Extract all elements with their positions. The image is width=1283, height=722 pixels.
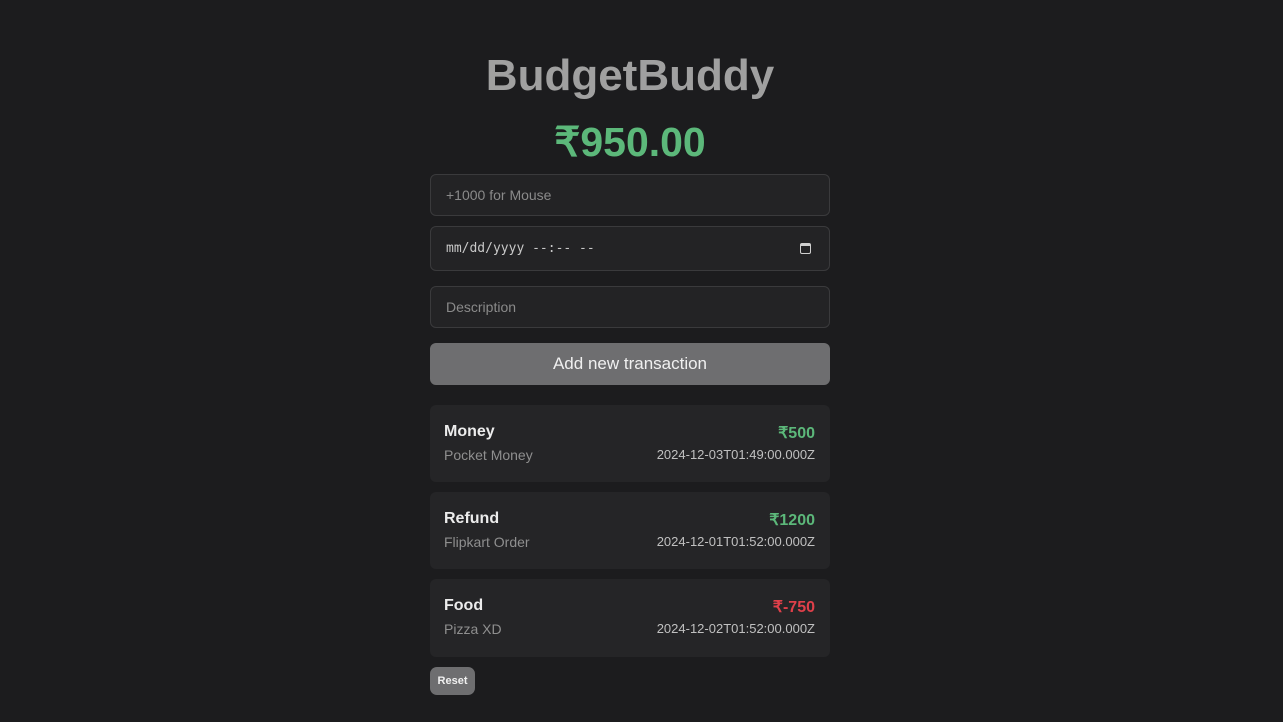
datetime-input[interactable]: mm/dd/yyyy --:-- -- — [430, 226, 830, 271]
transaction-amount: ₹1200 — [769, 512, 815, 529]
reset-button[interactable]: Reset — [430, 667, 475, 695]
description-placeholder: Description — [446, 299, 517, 315]
transaction-name: Food — [444, 597, 484, 614]
balance-total: ₹950.00 — [554, 119, 706, 165]
transaction-description: Pocket Money — [444, 447, 533, 463]
transaction-name: Money — [444, 423, 495, 440]
transaction-item: Refund Flipkart Order ₹1200 2024-12-01T0… — [430, 492, 830, 569]
transaction-item: Money Pocket Money ₹500 2024-12-03T01:49… — [430, 405, 830, 482]
calendar-icon[interactable] — [800, 243, 811, 254]
transaction-datetime: 2024-12-01T01:52:00.000Z — [656, 534, 815, 549]
transaction-description: Pizza XD — [444, 621, 502, 637]
transaction-datetime: 2024-12-02T01:52:00.000Z — [656, 621, 815, 636]
amount-input[interactable]: +1000 for Mouse — [430, 174, 830, 216]
transaction-amount: ₹-750 — [772, 599, 815, 616]
transaction-name: Refund — [444, 510, 500, 527]
datetime-placeholder: mm/dd/yyyy --:-- -- — [446, 241, 595, 256]
transaction-item: Food Pizza XD ₹-750 2024-12-02T01:52:00.… — [430, 579, 830, 657]
transaction-description: Flipkart Order — [444, 534, 530, 550]
budget-app: BudgetBuddy ₹950.00 +1000 for Mouse mm/d… — [0, 0, 1283, 722]
amount-placeholder: +1000 for Mouse — [446, 187, 552, 203]
transaction-datetime: 2024-12-03T01:49:00.000Z — [656, 447, 815, 462]
transaction-amount: ₹500 — [778, 425, 815, 442]
app-title: BudgetBuddy — [485, 51, 775, 100]
add-transaction-button[interactable]: Add new transaction — [430, 343, 830, 385]
description-input[interactable]: Description — [430, 286, 830, 328]
